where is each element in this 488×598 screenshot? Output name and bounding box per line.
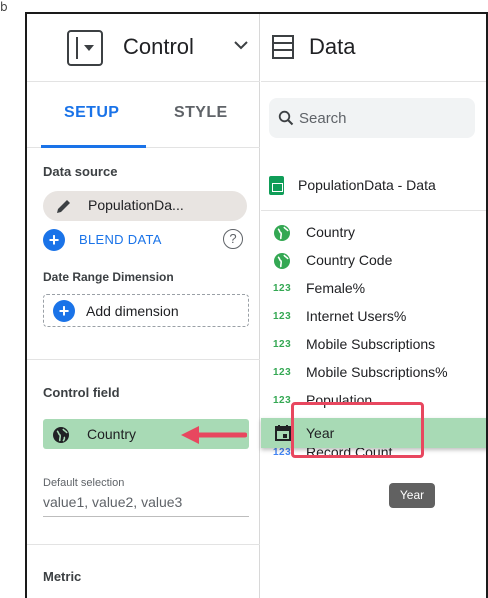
- chevron-down-icon[interactable]: [232, 36, 250, 54]
- search-icon: [278, 110, 294, 126]
- blend-data-label: BLEND DATA: [79, 232, 162, 247]
- annotation-highlight-box: [291, 402, 424, 458]
- default-selection-label: Default selection: [43, 477, 125, 489]
- field-country-code[interactable]: Country Code: [261, 249, 486, 273]
- control-type-title[interactable]: Control: [123, 34, 194, 60]
- number-type-icon: 123: [273, 283, 292, 294]
- field-label: Country: [306, 224, 356, 240]
- blend-data-button[interactable]: + BLEND DATA ?: [43, 227, 253, 253]
- corner-mark: b: [0, 0, 8, 14]
- number-type-icon: 123: [273, 367, 292, 378]
- fields-divider: [261, 210, 486, 211]
- field-label: Female%: [306, 280, 366, 296]
- field-female-pct[interactable]: 123 Female%: [261, 277, 486, 301]
- add-dimension-label: Add dimension: [86, 303, 179, 319]
- number-type-icon: 123: [273, 339, 292, 350]
- field-internet-users[interactable]: 123 Internet Users%: [261, 305, 486, 329]
- data-panel-title: Data: [309, 34, 356, 59]
- control-header: Control: [27, 14, 260, 82]
- google-sheets-icon: [269, 176, 284, 195]
- annotation-arrow: [181, 426, 247, 444]
- calendar-icon: [275, 425, 291, 441]
- metric-label: Metric: [43, 569, 82, 584]
- plus-icon: +: [53, 300, 75, 322]
- dropdown-control-icon: [67, 30, 103, 66]
- setup-style-tabs: SETUP STYLE: [27, 82, 260, 148]
- control-properties-panel: Control SETUP STYLE Data source Populati…: [27, 14, 260, 598]
- field-mobile-subscriptions-pct[interactable]: 123 Mobile Subscriptions%: [261, 361, 486, 385]
- section-divider: [27, 544, 260, 545]
- data-source-chip[interactable]: PopulationDa...: [43, 191, 247, 221]
- search-placeholder: Search: [299, 110, 347, 127]
- plus-icon: +: [43, 229, 65, 251]
- field-label: Internet Users%: [306, 308, 407, 324]
- field-country[interactable]: Country: [261, 221, 486, 245]
- globe-icon: [53, 427, 69, 443]
- field-label: Mobile Subscriptions: [306, 336, 436, 352]
- default-selection-value[interactable]: value1, value2, value3: [43, 494, 182, 510]
- active-tab-indicator: [41, 145, 146, 148]
- data-table-icon: [272, 35, 294, 59]
- field-label: Mobile Subscriptions%: [306, 364, 448, 380]
- pencil-icon[interactable]: [55, 197, 73, 215]
- data-panel: Data Search PopulationData - Data Countr…: [261, 14, 486, 598]
- number-type-icon: 123: [273, 311, 292, 322]
- field-mobile-subscriptions[interactable]: 123 Mobile Subscriptions: [261, 333, 486, 357]
- search-input[interactable]: Search: [269, 98, 475, 138]
- tab-style[interactable]: STYLE: [174, 104, 228, 122]
- data-source-row[interactable]: PopulationData - Data: [269, 174, 484, 198]
- control-field-label: Control field: [43, 385, 120, 400]
- globe-icon: [274, 253, 290, 269]
- default-selection-underline: [43, 516, 249, 517]
- editor-frame: Control SETUP STYLE Data source Populati…: [25, 12, 488, 598]
- number-type-icon: 123: [273, 395, 292, 406]
- field-tooltip: Year: [389, 483, 435, 508]
- help-icon[interactable]: ?: [223, 229, 243, 249]
- field-label: Country Code: [306, 252, 393, 268]
- data-source-label: Data source: [43, 164, 118, 179]
- data-source-name: PopulationDa...: [88, 197, 184, 213]
- data-header: Data: [261, 14, 486, 82]
- add-dimension-button[interactable]: + Add dimension: [43, 294, 249, 327]
- date-range-label: Date Range Dimension: [43, 270, 174, 284]
- data-source-name: PopulationData - Data: [298, 177, 436, 193]
- control-field-value: Country: [87, 426, 137, 442]
- globe-icon: [274, 225, 290, 241]
- section-divider: [27, 359, 260, 360]
- tab-setup[interactable]: SETUP: [64, 104, 119, 122]
- number-type-icon: 123: [273, 447, 292, 458]
